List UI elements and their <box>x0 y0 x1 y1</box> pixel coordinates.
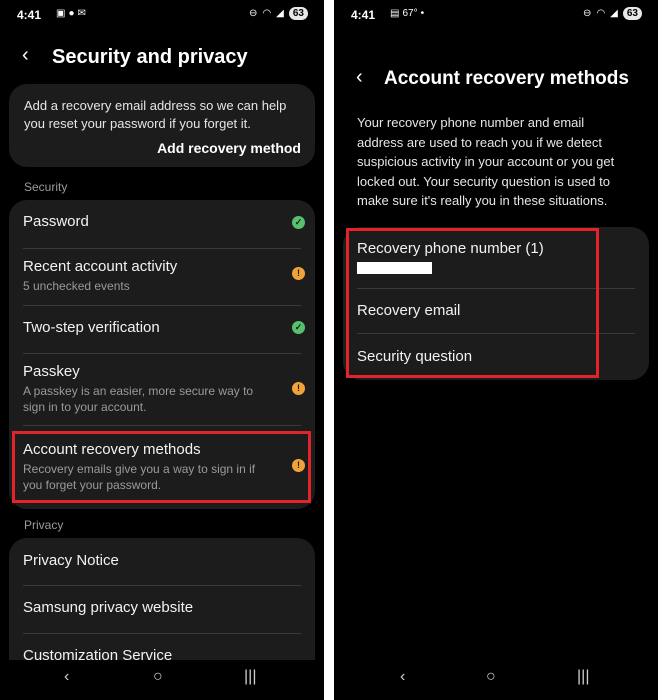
security-section-label: Security <box>24 180 68 194</box>
account-icon: ● <box>68 8 75 19</box>
back-button[interactable]: ‹ <box>22 44 29 67</box>
recovery-info-card: Add a recovery email address so we can h… <box>9 84 315 167</box>
nav-home-icon[interactable]: ○ <box>486 668 496 686</box>
temperature-text: 67° <box>402 8 418 19</box>
list-item-account-recovery[interactable]: Account recovery methods Recovery emails… <box>23 441 275 493</box>
dnd-icon: ⊖ <box>249 8 258 19</box>
list-item-recovery-email[interactable]: Recovery email <box>357 302 635 319</box>
recovery-methods-list: Recovery phone number (1) Recovery email… <box>343 227 649 380</box>
check-icon: ✓ <box>292 321 305 334</box>
list-item-two-step[interactable]: Two-step verification <box>23 319 301 336</box>
warning-icon: ! <box>292 459 305 472</box>
list-item-privacy-website[interactable]: Samsung privacy website <box>23 599 301 616</box>
privacy-list: Privacy Notice Samsung privacy website C… <box>9 538 315 664</box>
divider <box>23 248 301 249</box>
warning-icon: ! <box>292 267 305 280</box>
security-privacy-screen: 4:41 ▣ ● ✉ ⊖ ◠ ◢ 63 ‹ Security and priva… <box>0 0 324 700</box>
divider <box>23 353 301 354</box>
recovery-description: Your recovery phone number and email add… <box>357 115 615 208</box>
nav-home-icon[interactable]: ○ <box>153 668 163 686</box>
signal-icon: ◢ <box>276 8 284 19</box>
status-bar: 4:41 ▤ 67° • ⊖ ◠ ◢ 63 <box>334 0 658 30</box>
divider <box>23 585 301 586</box>
signal-icon: ◢ <box>610 8 618 19</box>
divider <box>357 288 635 289</box>
screenshot-icon: ▣ <box>56 8 66 19</box>
divider <box>23 633 301 634</box>
account-recovery-screen: 4:41 ▤ 67° • ⊖ ◠ ◢ 63 ‹ Account recovery… <box>334 0 658 700</box>
battery-indicator: 63 <box>288 7 308 20</box>
wifi-icon: ◠ <box>596 8 606 19</box>
nav-back-icon[interactable]: ‹ <box>400 668 405 686</box>
status-bar: 4:41 ▣ ● ✉ ⊖ ◠ ◢ 63 <box>0 0 324 30</box>
page-title: Security and privacy <box>52 46 248 68</box>
list-item-password[interactable]: Password <box>23 213 301 230</box>
add-recovery-method-button[interactable]: Add recovery method <box>157 140 301 156</box>
privacy-section-label: Privacy <box>24 518 64 532</box>
list-item-privacy-notice[interactable]: Privacy Notice <box>23 552 301 569</box>
check-icon: ✓ <box>292 216 305 229</box>
dnd-icon: ⊖ <box>583 8 592 19</box>
battery-indicator: 63 <box>622 7 642 20</box>
list-item-passkey[interactable]: Passkey A passkey is an easier, more sec… <box>23 363 275 415</box>
list-item-recovery-phone[interactable]: Recovery phone number (1) <box>357 240 635 257</box>
mail-icon: ✉ <box>77 8 86 19</box>
message-icon: ▤ <box>390 8 400 19</box>
dot-icon: • <box>420 8 425 19</box>
navigation-bar: ‹ ○ ||| <box>0 668 324 692</box>
divider <box>23 305 301 306</box>
list-item-recent-activity[interactable]: Recent account activity 5 unchecked even… <box>23 258 301 294</box>
warning-icon: ! <box>292 382 305 395</box>
wifi-icon: ◠ <box>262 8 272 19</box>
nav-recents-icon[interactable]: ||| <box>577 668 589 686</box>
recovery-info-text: Add a recovery email address so we can h… <box>24 98 287 131</box>
divider <box>23 425 301 426</box>
status-time: 4:41 <box>351 8 376 22</box>
page-title: Account recovery methods <box>384 68 629 89</box>
nav-back-icon[interactable]: ‹ <box>64 668 69 686</box>
list-item-security-question[interactable]: Security question <box>357 348 635 365</box>
navigation-bar: ‹ ○ ||| <box>334 668 658 692</box>
back-button[interactable]: ‹ <box>356 66 363 89</box>
nav-recents-icon[interactable]: ||| <box>244 668 256 686</box>
redacted-phone-number <box>357 262 432 274</box>
divider <box>357 333 635 334</box>
security-list: Password ✓ Recent account activity 5 unc… <box>9 200 315 509</box>
status-time: 4:41 <box>17 8 42 22</box>
